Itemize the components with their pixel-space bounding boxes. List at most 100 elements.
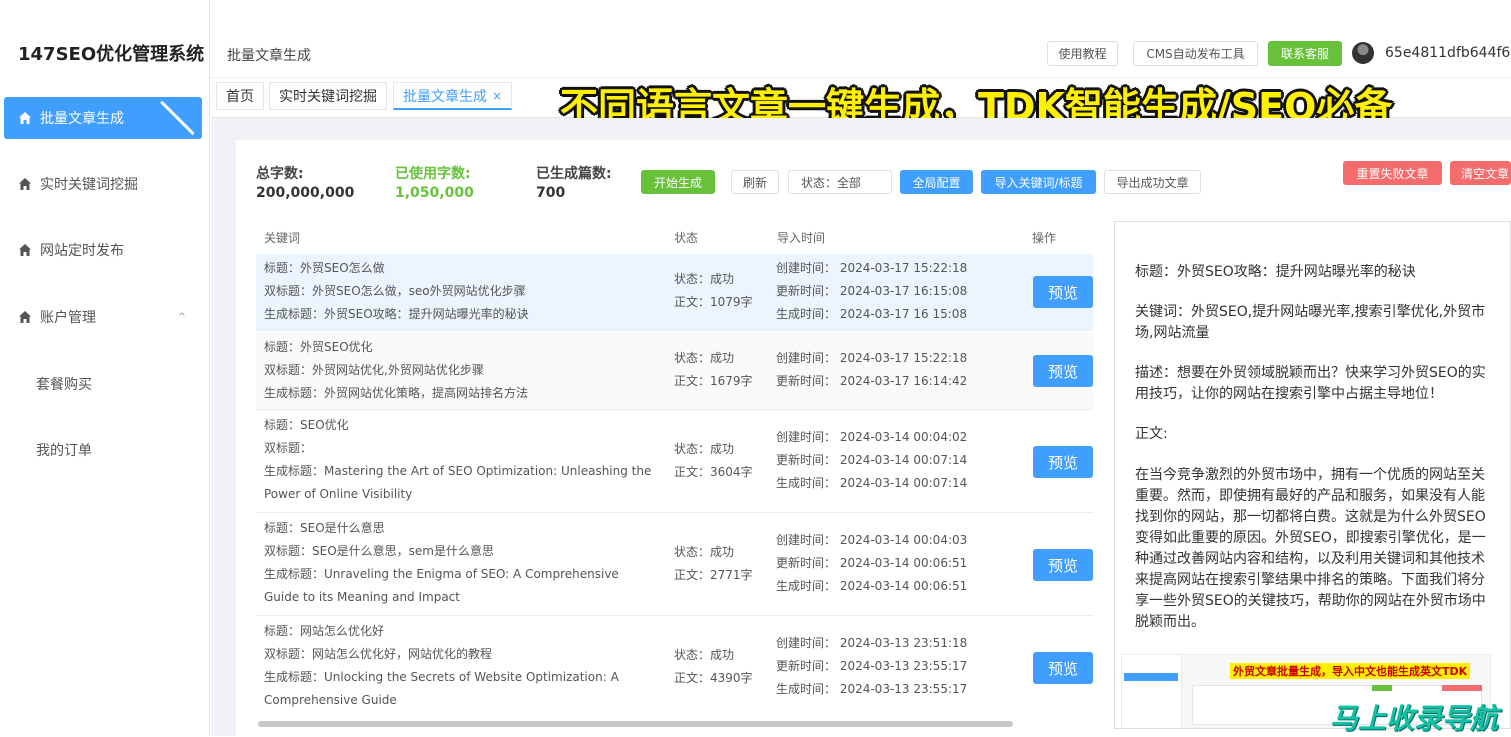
total-words-value: 200,000,000	[256, 185, 355, 201]
table-row[interactable]: 标题：外贸SEO优化 双标题：外贸网站优化,外贸网站优化步骤 生成标题：外贸网站…	[256, 332, 1093, 410]
preview-button[interactable]: 预览	[1033, 652, 1093, 684]
keyword-cell: 标题：外贸SEO优化 双标题：外贸网站优化,外贸网站优化步骤 生成标题：外贸网站…	[264, 336, 654, 405]
clear-articles-button[interactable]: 清空文章	[1450, 161, 1511, 185]
row-double-title: 双标题：	[264, 441, 313, 455]
row-title: 标题：外贸SEO怎么做	[264, 261, 385, 275]
row-generated-title: 生成标题：Unlocking the Secrets of Website Op…	[264, 670, 619, 707]
preview-title: 标题：外贸SEO攻略：提升网站曝光率的秘诀	[1135, 264, 1416, 280]
total-words-label: 总字数:	[256, 166, 304, 182]
table-row[interactable]: 标题：SEO是什么意思 双标题：SEO是什么意思，sem是什么意思 生成标题：U…	[256, 514, 1093, 616]
preview-button[interactable]: 预览	[1033, 276, 1093, 308]
row-double-title: 双标题：SEO是什么意思，sem是什么意思	[264, 544, 494, 558]
status-cell: 状态：成功 正文：1079字	[674, 268, 764, 314]
contact-support-button[interactable]: 联系客服	[1268, 41, 1342, 66]
breadcrumb: 批量文章生成	[227, 48, 311, 64]
horizontal-scrollbar[interactable]	[258, 721, 1013, 727]
preview-button[interactable]: 预览	[1033, 355, 1093, 387]
user-id[interactable]: 65e4811dfb644f690	[1385, 45, 1511, 61]
global-config-button[interactable]: 全局配置	[900, 170, 973, 194]
tutorial-button[interactable]: 使用教程	[1047, 41, 1118, 66]
status-select[interactable]: 状态：全部	[788, 170, 892, 194]
preview-button[interactable]: 预览	[1033, 549, 1093, 581]
column-header-keyword: 关键词	[264, 231, 301, 245]
preview-body-label: 正文:	[1135, 426, 1168, 442]
sidebar-item-account[interactable]: 账户管理 ^	[4, 296, 202, 338]
sidebar-item-scheduled-publish[interactable]: 网站定时发布	[4, 229, 202, 271]
tab-batch-articles[interactable]: 批量文章生成 ×	[393, 82, 513, 110]
cms-tool-button[interactable]: CMS自动发布工具	[1133, 41, 1258, 66]
column-header-status: 状态	[674, 231, 699, 245]
sidebar-item-label: 实时关键词挖掘	[40, 177, 138, 193]
row-created-time: 创建时间： 2024-03-17 15:22:18	[776, 351, 968, 365]
status-cell: 状态：成功 正文：1679字	[674, 347, 764, 393]
article-preview-panel[interactable]: 标题：外贸SEO攻略：提升网站曝光率的秘诀 关键词：外贸SEO,提升网站曝光率,…	[1114, 221, 1511, 729]
tab-keyword-mining[interactable]: 实时关键词挖掘	[269, 82, 387, 110]
table-row[interactable]: 标题：SEO优化 双标题： 生成标题：Mastering the Art of …	[256, 411, 1093, 513]
home-icon	[19, 112, 31, 124]
sidebar-item-batch-articles[interactable]: 批量文章生成	[4, 97, 202, 139]
chevron-up-icon[interactable]: ^	[178, 312, 186, 323]
row-title: 标题：网站怎么优化好	[264, 624, 385, 638]
row-word-count: 正文：2771字	[674, 568, 753, 582]
used-words-label: 已使用字数:	[395, 166, 471, 182]
import-keywords-button[interactable]: 导入关键词/标题	[981, 170, 1096, 194]
row-generated-time: 生成时间： 2024-03-13 23:55:17	[776, 682, 968, 696]
table-row[interactable]: 标题：外贸SEO怎么做 双标题：外贸SEO怎么做，seo外贸网站优化步骤 生成标…	[256, 254, 1093, 331]
row-title: 标题：SEO优化	[264, 418, 349, 432]
tab-home[interactable]: 首页	[216, 82, 264, 110]
sidebar-item-label: 批量文章生成	[40, 111, 124, 127]
row-status: 状态：成功	[674, 545, 735, 559]
row-created-time: 创建时间： 2024-03-14 00:04:03	[776, 533, 968, 547]
row-status: 状态：成功	[674, 351, 735, 365]
refresh-button[interactable]: 刷新	[731, 170, 779, 194]
home-icon	[19, 178, 31, 190]
keyword-cell: 标题：外贸SEO怎么做 双标题：外贸SEO怎么做，seo外贸网站优化步骤 生成标…	[264, 257, 654, 326]
row-status: 状态：成功	[674, 442, 735, 456]
generated-count-label: 已生成篇数:	[536, 166, 612, 182]
time-cell: 创建时间： 2024-03-14 00:04:03 更新时间： 2024-03-…	[776, 529, 1016, 598]
row-double-title: 双标题：外贸网站优化,外贸网站优化步骤	[264, 363, 484, 377]
start-generate-button[interactable]: 开始生成	[641, 170, 715, 194]
tab-label: 实时关键词挖掘	[279, 89, 377, 105]
tab-label: 批量文章生成	[403, 88, 487, 105]
row-updated-time: 更新时间： 2024-03-13 23:55:17	[776, 659, 968, 673]
tab-label: 首页	[226, 89, 254, 105]
close-icon[interactable]: ×	[492, 89, 502, 103]
row-generated-time: 生成时间： 2024-03-14 00:06:51	[776, 579, 968, 593]
row-updated-time: 更新时间： 2024-03-17 16:15:08	[776, 284, 968, 298]
preview-button[interactable]: 预览	[1033, 446, 1093, 478]
sidebar-item-keyword-mining[interactable]: 实时关键词挖掘	[4, 163, 202, 205]
preview-body: 在当今竞争激烈的外贸市场中，拥有一个优质的网站至关重要。然而，即使拥有最好的产品…	[1135, 467, 1486, 630]
row-created-time: 创建时间： 2024-03-14 00:04:02	[776, 430, 968, 444]
watermark: 马上收录导航	[1330, 702, 1499, 735]
row-double-title: 双标题：外贸SEO怎么做，seo外贸网站优化步骤	[264, 284, 526, 298]
sidebar-item-label: 网站定时发布	[40, 243, 124, 259]
column-header-action: 操作	[1032, 231, 1057, 245]
row-word-count: 正文：4390字	[674, 671, 753, 685]
table-row[interactable]: 标题：网站怎么优化好 双标题：网站怎么优化好，网站优化的教程 生成标题：Unlo…	[256, 617, 1093, 717]
status-cell: 状态：成功 正文：2771字	[674, 541, 764, 587]
row-updated-time: 更新时间： 2024-03-14 00:07:14	[776, 453, 968, 467]
sidebar-subitem-orders[interactable]: 我的订单	[36, 440, 92, 460]
row-word-count: 正文：3604字	[674, 465, 753, 479]
reset-failed-button[interactable]: 重置失败文章	[1343, 161, 1442, 185]
row-generated-title: 生成标题：Mastering the Art of SEO Optimizati…	[264, 464, 652, 501]
row-word-count: 正文：1679字	[674, 374, 753, 388]
keyword-cell: 标题：网站怎么优化好 双标题：网站怎么优化好，网站优化的教程 生成标题：Unlo…	[264, 620, 654, 712]
avatar[interactable]	[1352, 42, 1374, 64]
row-status: 状态：成功	[674, 272, 735, 286]
sidebar-subitem-packages[interactable]: 套餐购买	[36, 374, 92, 394]
export-articles-button[interactable]: 导出成功文章	[1104, 170, 1201, 194]
row-word-count: 正文：1079字	[674, 295, 753, 309]
home-icon	[19, 311, 31, 323]
keyword-cell: 标题：SEO优化 双标题： 生成标题：Mastering the Art of …	[264, 414, 654, 506]
row-title: 标题：SEO是什么意思	[264, 521, 385, 535]
thumbnail-caption: 外贸文章批量生成，导入中文也能生成英文TDK	[1230, 663, 1471, 679]
top-header: 批量文章生成	[211, 0, 1511, 78]
row-generated-title: 生成标题：Unraveling the Enigma of SEO: A Com…	[264, 567, 619, 604]
row-created-time: 创建时间： 2024-03-17 15:22:18	[776, 261, 968, 275]
home-icon	[19, 244, 31, 256]
sidebar-item-label: 账户管理	[40, 310, 96, 326]
row-updated-time: 更新时间： 2024-03-17 16:14:42	[776, 374, 968, 388]
row-generated-title: 生成标题：外贸SEO攻略：提升网站曝光率的秘诀	[264, 307, 529, 321]
